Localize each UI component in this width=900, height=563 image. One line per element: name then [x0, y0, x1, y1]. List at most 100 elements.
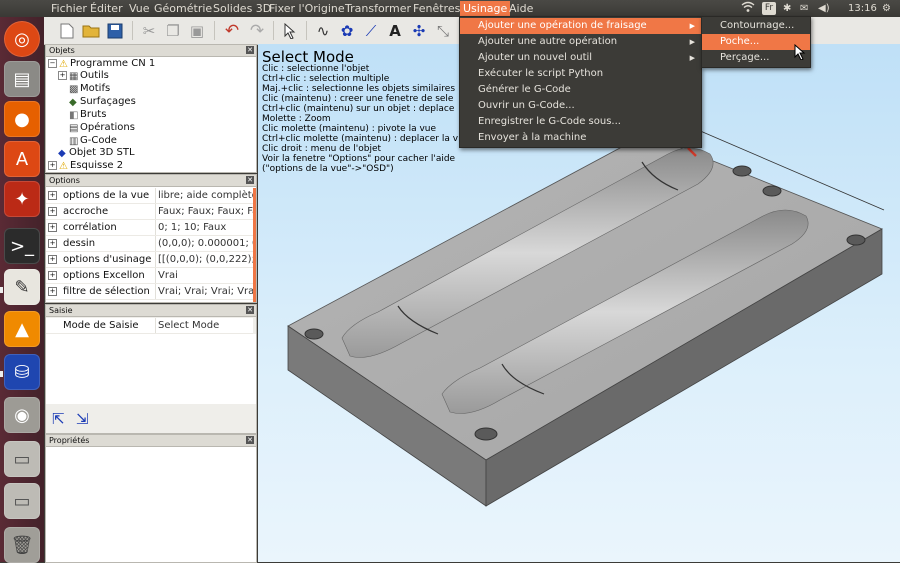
help-line: Ctrl+clic : selection multiple: [262, 74, 390, 84]
tree-item-surfacages[interactable]: ◆ Surfaçages: [69, 96, 136, 108]
measure-icon[interactable]: ⤡: [432, 20, 454, 42]
expand-icon[interactable]: +: [48, 223, 57, 232]
close-icon[interactable]: ✕: [246, 176, 254, 184]
firefox-icon[interactable]: ●: [4, 101, 40, 137]
menu-geometrie[interactable]: Géométrie: [152, 1, 214, 16]
power-gear-icon[interactable]: ⚙: [882, 0, 891, 17]
tree-item-gcode[interactable]: ▥ G-Code: [69, 135, 117, 147]
menu-fenetres[interactable]: Fenêtres: [411, 1, 462, 16]
terminal-icon[interactable]: >_: [4, 228, 40, 264]
expand-icon[interactable]: +: [48, 239, 57, 248]
option-value[interactable]: Faux; Faux; Faux; Faux: [155, 204, 253, 219]
copy-icon[interactable]: ❐: [162, 20, 184, 42]
option-value[interactable]: Vrai: [155, 268, 253, 283]
collapse-icon[interactable]: −: [48, 59, 57, 68]
tree-item-motifs[interactable]: ▩ Motifs: [69, 83, 110, 95]
scrollbar[interactable]: [253, 188, 256, 302]
option-value[interactable]: (0,0,0); 0.000001; 0.0: [155, 236, 253, 251]
option-row[interactable]: + accroche Faux; Faux; Faux; Faux: [46, 204, 253, 220]
expand-icon[interactable]: +: [48, 271, 57, 280]
saisie-mode-row[interactable]: Mode de Saisie Select Mode: [46, 318, 253, 334]
menu-vue[interactable]: Vue: [127, 1, 152, 16]
expand-icon[interactable]: +: [48, 287, 57, 296]
circle-points-icon[interactable]: ✿: [336, 20, 358, 42]
trash-icon[interactable]: 🗑: [4, 527, 40, 563]
redo-icon[interactable]: ↷: [246, 20, 268, 42]
spring-curve-icon[interactable]: ∿: [312, 20, 334, 42]
help-line: ("options de la vue"->"OSD"): [262, 164, 394, 174]
keyboard-layout-indicator[interactable]: Fr: [762, 2, 776, 15]
menu-item-executer-script-python[interactable]: Exécuter le script Python: [460, 66, 701, 82]
expand-icon[interactable]: +: [48, 207, 57, 216]
menu-item-ouvrir-gcode[interactable]: Ouvrir un G-Code...: [460, 98, 701, 114]
volume-icon[interactable]: ◀): [818, 0, 830, 17]
camera-icon[interactable]: ◉: [4, 397, 40, 433]
option-row[interactable]: + dessin (0,0,0); 0.000001; 0.0: [46, 236, 253, 252]
save-icon[interactable]: [104, 20, 126, 42]
option-row[interactable]: + corrélation 0; 1; 10; Faux: [46, 220, 253, 236]
files-icon[interactable]: ▤: [4, 61, 40, 97]
menu-fixer-origine[interactable]: Fixer l'Origine: [267, 1, 347, 16]
select-pointer-icon[interactable]: [279, 20, 301, 42]
mail-icon[interactable]: ✉: [800, 0, 808, 17]
menu-item-generer-gcode[interactable]: Générer le G-Code: [460, 82, 701, 98]
line-icon[interactable]: ⟋: [360, 20, 382, 42]
menu-editer[interactable]: Éditer: [88, 1, 125, 16]
menu-usinage[interactable]: Usinage: [460, 1, 511, 16]
option-row[interactable]: + options d'usinage [[(0,0,0); (0,0,222)…: [46, 252, 253, 268]
help-line: Clic (maintenu) : creer une fenetre de s…: [262, 94, 454, 104]
menu-item-contournage[interactable]: Contournage...: [702, 18, 810, 34]
new-file-icon[interactable]: [56, 20, 78, 42]
tree-item-objet-3d-stl[interactable]: ◆ Objet 3D STL: [58, 147, 135, 159]
option-value[interactable]: libre; aide complète;: [155, 188, 253, 203]
clock[interactable]: 13:16: [848, 0, 877, 17]
cut-icon[interactable]: ✂: [138, 20, 160, 42]
option-row[interactable]: + filtre de sélection Vrai; Vrai; Vrai; …: [46, 284, 253, 300]
option-value[interactable]: Vrai; Vrai; Vrai; Vrai; V: [155, 284, 253, 299]
system-settings-icon[interactable]: ✦: [4, 181, 40, 217]
tree-item-operations[interactable]: ▤ Opérations: [69, 122, 135, 134]
drive-icon[interactable]: ▭: [4, 441, 40, 477]
expand-icon[interactable]: +: [58, 71, 67, 80]
wifi-icon[interactable]: [741, 0, 755, 17]
close-icon[interactable]: ✕: [246, 306, 254, 314]
pointer-validate-icon[interactable]: ⇱: [52, 410, 65, 428]
database-app-icon[interactable]: ⛁: [4, 354, 40, 390]
paste-icon[interactable]: ▣: [186, 20, 208, 42]
tree-item-programme[interactable]: − ⚠ Programme CN 1: [48, 58, 155, 70]
text-editor-icon[interactable]: ✎: [4, 269, 40, 305]
move-point-icon[interactable]: ✣: [408, 20, 430, 42]
tree-item-outils[interactable]: + ▦ Outils: [58, 70, 109, 82]
close-icon[interactable]: ✕: [246, 436, 254, 444]
vlc-icon[interactable]: ▲: [4, 311, 40, 347]
close-icon[interactable]: ✕: [246, 46, 254, 54]
option-row[interactable]: + options Excellon Vrai: [46, 268, 253, 284]
bluetooth-icon[interactable]: ✱: [783, 0, 791, 17]
drive-icon-2[interactable]: ▭: [4, 483, 40, 519]
tree-item-esquisse-2[interactable]: + ⚠ Esquisse 2: [48, 160, 123, 172]
expand-icon[interactable]: +: [48, 191, 57, 200]
menu-item-envoyer-machine[interactable]: Envoyer à la machine: [460, 130, 701, 146]
menu-item-label: Exécuter le script Python: [478, 68, 604, 79]
menu-item-ajouter-nouvel-outil[interactable]: Ajouter un nouvel outil ▶: [460, 50, 701, 66]
menu-item-ajouter-operation-fraisage[interactable]: Ajouter une opération de fraisage ▶: [460, 18, 701, 34]
text-tool-icon[interactable]: A: [384, 20, 406, 42]
menu-transformer[interactable]: Transformer: [343, 1, 413, 16]
undo-icon[interactable]: ↶: [221, 20, 243, 42]
menu-solides-3d[interactable]: Solides 3D: [211, 1, 273, 16]
menu-item-ajouter-autre-operation[interactable]: Ajouter une autre opération ▶: [460, 34, 701, 50]
software-center-icon[interactable]: A: [4, 141, 40, 177]
tree-item-bruts[interactable]: ◧ Bruts: [69, 109, 106, 121]
expand-icon[interactable]: +: [48, 255, 57, 264]
saisie-mode-value[interactable]: Select Mode: [155, 318, 253, 333]
menu-aide[interactable]: Aide: [507, 1, 535, 16]
option-row[interactable]: + options de la vue libre; aide complète…: [46, 188, 253, 204]
menu-item-enregistrer-gcode[interactable]: Enregistrer le G-Code sous...: [460, 114, 701, 130]
expand-icon[interactable]: +: [48, 161, 57, 170]
pointer-cancel-icon[interactable]: ⇲: [76, 410, 89, 428]
option-value[interactable]: [[(0,0,0); (0,0,222); (0: [155, 252, 253, 267]
menu-fichier[interactable]: Fichier: [49, 1, 89, 16]
open-folder-icon[interactable]: [80, 20, 102, 42]
option-value[interactable]: 0; 1; 10; Faux: [155, 220, 253, 235]
ubuntu-logo-icon[interactable]: ◎: [4, 21, 40, 57]
